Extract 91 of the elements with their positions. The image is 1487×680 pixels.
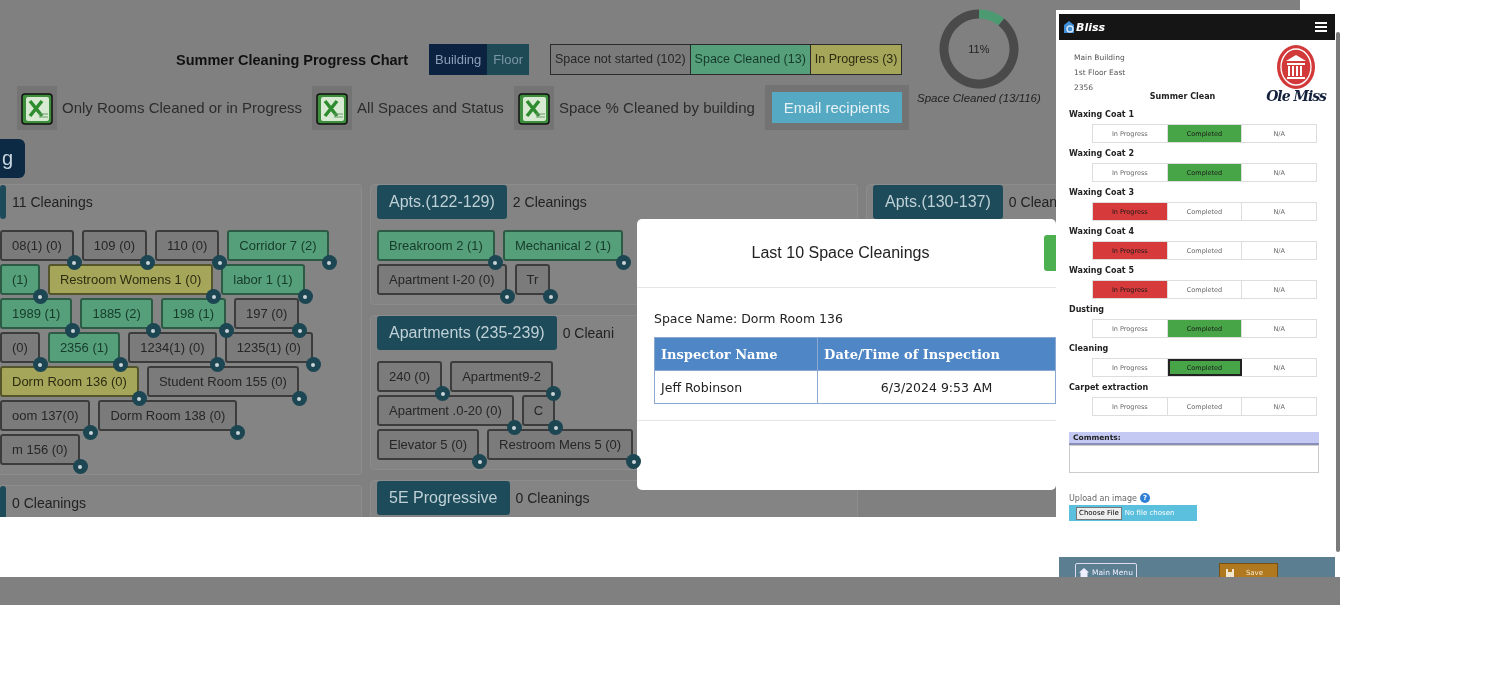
legend-item: In Progress (3) xyxy=(810,45,902,74)
task-label: Waxing Coat 5 xyxy=(1069,266,1135,277)
app-name: Bliss xyxy=(1076,20,1106,34)
task-label: Waxing Coat 3 xyxy=(1069,188,1135,199)
home-icon xyxy=(1079,567,1089,577)
status-dot[interactable] xyxy=(472,454,488,469)
comments-field[interactable] xyxy=(1069,445,1319,473)
cleaning-count: 11 Cleanings xyxy=(12,194,93,210)
status-dot[interactable] xyxy=(305,357,321,372)
task-label: Waxing Coat 4 xyxy=(1069,227,1135,238)
space-name: Space Name: Dorm Room 136 xyxy=(654,311,844,326)
room-chip[interactable]: 109 (0) xyxy=(81,230,148,261)
room-chip[interactable]: labor 1 (1) xyxy=(221,264,305,295)
room-chip[interactable]: Corridor 7 (2) xyxy=(227,230,329,261)
group-label[interactable]: Apts.(122-129) xyxy=(377,185,507,219)
task-label: Waxing Coat 1 xyxy=(1069,110,1135,121)
table-cell: Jeff Robinson xyxy=(654,370,818,404)
export-link[interactable]: Space % Cleaned by building xyxy=(558,99,755,116)
group-label[interactable]: Apts.(130-137) xyxy=(873,185,1003,219)
room-chip[interactable]: m 156 (0) xyxy=(0,434,80,465)
status-dot[interactable] xyxy=(83,425,99,440)
room-chip[interactable]: 1235(1) (0) xyxy=(224,332,313,363)
task-label: Waxing Coat 2 xyxy=(1069,149,1135,160)
cleaning-count: 0 Clean xyxy=(1008,194,1058,210)
room-chip[interactable]: (0) xyxy=(0,332,40,363)
status-dot[interactable] xyxy=(72,459,88,474)
room-chip[interactable]: 08(1) (0) xyxy=(0,230,74,261)
room-chip[interactable]: Mechanical 2 (1) xyxy=(502,230,624,261)
view-tab[interactable]: Floor xyxy=(487,44,529,75)
progress-caption: Space Cleaned (13/116) xyxy=(917,92,1041,104)
room-chip[interactable]: 110 (0) xyxy=(155,230,220,261)
room-chip[interactable]: Restroom Womens 1 (0) xyxy=(47,264,214,295)
spreadsheet-icon[interactable] xyxy=(17,85,57,130)
chart-title: Summer Cleaning Progress Chart xyxy=(176,51,409,68)
room-chip[interactable]: 2356 (1) xyxy=(47,332,121,363)
spreadsheet-icon[interactable] xyxy=(513,85,554,130)
scrollbar[interactable] xyxy=(1336,32,1340,552)
room-chip[interactable]: Dorm Room 138 (0) xyxy=(98,400,238,431)
status-dot[interactable] xyxy=(291,391,307,406)
room-chip[interactable]: 1885 (2) xyxy=(80,298,153,329)
export-link[interactable]: All Spaces and Status xyxy=(357,99,504,116)
table-cell: 6/3/2024 9:53 AM xyxy=(817,370,1056,404)
room-chip[interactable]: 1989 (1) xyxy=(0,298,73,329)
logo-text: Ole Miss xyxy=(1266,88,1326,104)
status-dot[interactable] xyxy=(616,255,632,270)
form-title: Summer Clean xyxy=(1148,92,1216,103)
cleaning-count: 0 Cleani xyxy=(562,325,614,341)
save-icon xyxy=(1225,568,1234,577)
group-label[interactable]: 5E Progressive xyxy=(377,481,510,515)
email-button[interactable]: Email recipients xyxy=(764,85,909,130)
room-chip[interactable]: Restroom Mens 5 (0) xyxy=(487,429,634,460)
task-label: Carpet extraction xyxy=(1069,383,1150,394)
room-chip[interactable]: Apartment I-20 (0) xyxy=(377,264,507,295)
status-dot[interactable] xyxy=(321,255,337,270)
room-chip[interactable]: Elevator 5 (0) xyxy=(377,429,480,460)
cleaning-count: 0 Cleanings xyxy=(515,490,590,506)
cleaning-count: 0 Cleanings xyxy=(12,495,86,511)
legend-item: Space Cleaned (13) xyxy=(690,45,811,74)
room-chip[interactable]: 1234(1) (0) xyxy=(128,332,217,363)
room-chip[interactable]: 198 (1) xyxy=(160,298,227,329)
room-chip[interactable]: Apartment .0-20 (0) xyxy=(377,395,514,426)
task-label: Cleaning xyxy=(1069,344,1110,355)
room-chip[interactable]: Apartment9-2 xyxy=(450,361,553,392)
logo-icon xyxy=(1063,20,1075,34)
room-chip[interactable]: C xyxy=(521,395,556,426)
room-chip[interactable]: (1) xyxy=(0,264,40,295)
room-chip[interactable]: Student Room 155 (0) xyxy=(146,366,299,397)
section-tab[interactable]: g xyxy=(0,139,25,178)
room-chip[interactable]: oom 137(0) xyxy=(0,400,91,431)
column-header: Date/Time of Inspection xyxy=(817,337,1056,371)
task-label: Dusting xyxy=(1069,305,1106,316)
room-chip[interactable]: 197 (0) xyxy=(234,298,300,329)
crest-icon xyxy=(1276,44,1317,90)
modal-title: Last 10 Space Cleanings xyxy=(750,244,931,262)
room-chip[interactable]: Tr xyxy=(514,264,551,295)
status-dot[interactable] xyxy=(230,425,246,440)
upload-label: Upload an image xyxy=(1069,493,1137,503)
status-dot[interactable] xyxy=(499,289,515,304)
view-tab[interactable]: Building xyxy=(429,44,488,75)
room-chip[interactable]: Dorm Room 136 (0) xyxy=(0,366,139,397)
export-link[interactable]: Only Rooms Cleaned or in Progress xyxy=(62,99,303,116)
status-dot[interactable] xyxy=(543,289,559,304)
room-chip[interactable]: Breakroom 2 (1) xyxy=(377,230,495,261)
spreadsheet-icon[interactable] xyxy=(312,85,353,130)
menu-icon[interactable] xyxy=(1315,22,1327,32)
progress-percent: 11% xyxy=(968,43,990,55)
group-label[interactable]: Apartments (235-239) xyxy=(377,316,557,350)
legend-item: Space not started (102) xyxy=(550,45,691,74)
column-header: Inspector Name xyxy=(654,337,818,371)
cleaning-count: 2 Cleanings xyxy=(512,194,587,210)
room-chip[interactable]: 240 (0) xyxy=(377,361,443,392)
